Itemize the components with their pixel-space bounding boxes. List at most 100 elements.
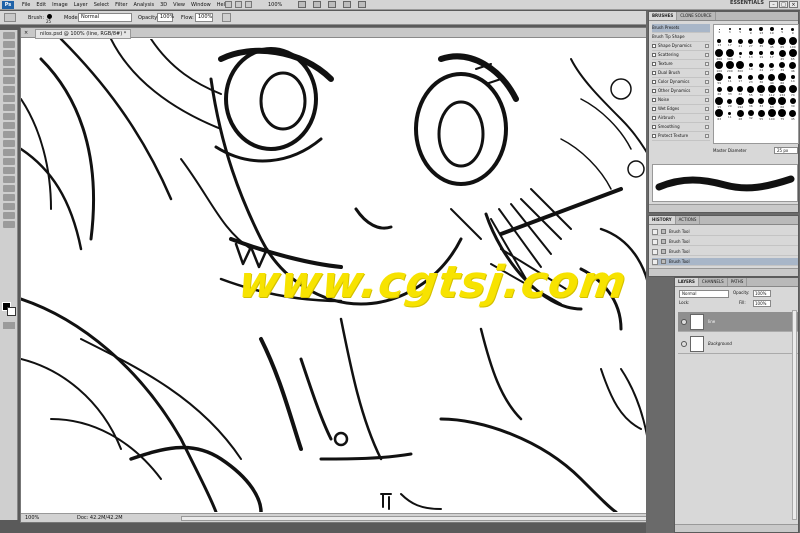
menu-analysis[interactable]: Analysis: [134, 1, 155, 9]
crop-tool[interactable]: [3, 68, 15, 75]
brush-preset[interactable]: 45: [789, 109, 797, 121]
quick-select-tool[interactable]: [3, 59, 15, 66]
brush-preset[interactable]: 39: [779, 62, 786, 72]
workspace-switcher[interactable]: ESSENTIALS: [730, 0, 764, 6]
marquee-tool[interactable]: [3, 41, 15, 48]
lasso-tool[interactable]: [3, 50, 15, 57]
brush-preset[interactable]: 11: [728, 111, 732, 119]
brush-preset[interactable]: 14: [748, 63, 753, 71]
layer-opacity-field[interactable]: 100%: [753, 290, 771, 297]
rotate-view-icon[interactable]: [328, 1, 336, 8]
screen-mode-icon[interactable]: [358, 1, 366, 8]
brush-preset[interactable]: 36: [747, 98, 754, 108]
brush-preset[interactable]: 5: [781, 28, 784, 34]
history-state[interactable]: Brush Tool: [652, 248, 798, 256]
history-state[interactable]: Brush Tool: [652, 258, 798, 266]
dodge-tool[interactable]: [3, 149, 15, 156]
eraser-tool[interactable]: [3, 122, 15, 129]
brush-preset[interactable]: 65: [778, 37, 787, 49]
document-tab[interactable]: nilos.psd @ 100% (line, RGB/8#) *: [35, 29, 132, 39]
brush-preset[interactable]: 192: [736, 97, 745, 109]
lock-icon[interactable]: [705, 62, 709, 66]
brush-preset[interactable]: 9: [738, 51, 742, 59]
lock-icon[interactable]: [705, 107, 709, 111]
brush-preset[interactable]: 63: [767, 97, 776, 109]
gradient-tool[interactable]: [3, 131, 15, 138]
brush-setting-item[interactable]: Airbrush: [652, 114, 710, 123]
path-selection-tool[interactable]: [3, 176, 15, 183]
minimize-icon[interactable]: –: [769, 1, 778, 8]
checkbox-icon[interactable]: [652, 89, 656, 93]
brush-preset[interactable]: 27: [769, 62, 775, 72]
tab-channels[interactable]: CHANNELS: [699, 278, 728, 286]
brush-preset[interactable]: 300: [725, 49, 734, 61]
brush-preset[interactable]: 55: [757, 109, 765, 121]
brush-preset[interactable]: 134: [778, 85, 787, 97]
menu-3d[interactable]: 3D: [160, 1, 167, 9]
brush-setting-item[interactable]: Protect Texture: [652, 132, 710, 141]
canvas[interactable]: www.cgtsj.com: [21, 39, 669, 512]
brush-setting-item[interactable]: Brush Presets: [652, 24, 710, 33]
brush-preset[interactable]: 36: [758, 74, 765, 84]
brush-preset[interactable]: 23: [748, 74, 754, 84]
checkbox-icon[interactable]: [652, 53, 656, 57]
brush-setting-item[interactable]: Shape Dynamics: [652, 42, 710, 51]
brush-preset[interactable]: 9: [791, 27, 795, 35]
shape-tool[interactable]: [3, 185, 15, 192]
layers-scrollbar[interactable]: [792, 310, 797, 520]
checkbox-icon[interactable]: [652, 62, 656, 66]
tab-brushes[interactable]: BRUSHES: [649, 12, 678, 20]
brush-preset[interactable]: 33: [726, 86, 733, 96]
3d-rotate-tool[interactable]: [3, 194, 15, 201]
checkbox-icon[interactable]: [652, 98, 656, 102]
brush-setting-item[interactable]: Dual Brush: [652, 69, 710, 78]
arrange-documents-icon[interactable]: [343, 1, 351, 8]
brush-preset[interactable]: 19: [769, 27, 774, 35]
history-brush-source-icon[interactable]: [652, 228, 658, 235]
brush-setting-item[interactable]: Color Dynamics: [652, 78, 710, 87]
zoom-tool-icon[interactable]: [313, 1, 321, 8]
brush-preset[interactable]: 5: [739, 28, 742, 34]
history-brush-source-icon[interactable]: [652, 238, 658, 245]
brush-preset[interactable]: 17: [769, 51, 774, 59]
menu-file[interactable]: File: [22, 1, 30, 9]
brush-preset[interactable]: 29: [727, 98, 733, 108]
history-brush-tool[interactable]: [3, 113, 15, 120]
hand-tool[interactable]: [3, 212, 15, 219]
brush-preset[interactable]: 63: [715, 109, 724, 121]
brush-setting-item[interactable]: Wet Edges: [652, 105, 710, 114]
lock-icon[interactable]: [705, 116, 709, 120]
brush-preset[interactable]: 44: [768, 73, 776, 85]
zoom-level[interactable]: 100%: [268, 1, 282, 9]
brush-preset[interactable]: 24: [758, 62, 764, 72]
brush-setting-item[interactable]: Other Dynamics: [652, 87, 710, 96]
brush-preset[interactable]: 60: [778, 73, 787, 85]
lock-icon[interactable]: [705, 89, 709, 93]
close-icon[interactable]: ×: [789, 1, 798, 8]
brush-preset[interactable]: 46: [789, 61, 797, 73]
brush-preset[interactable]: 13: [748, 51, 753, 59]
history-brush-source-icon[interactable]: [652, 248, 658, 255]
brush-preset[interactable]: 3: [728, 28, 731, 34]
status-zoom[interactable]: 100%: [25, 515, 39, 522]
brush-preset[interactable]: 17: [738, 75, 743, 83]
brush-preset[interactable]: 13: [759, 27, 764, 35]
lock-icon[interactable]: [705, 44, 709, 48]
brush-preset[interactable]: 26: [716, 86, 722, 96]
3d-orbit-tool[interactable]: [3, 203, 15, 210]
visibility-eye-icon[interactable]: [681, 318, 687, 325]
checkbox-icon[interactable]: [652, 71, 656, 75]
layer-row[interactable]: line: [678, 312, 798, 332]
checkbox-icon[interactable]: [652, 44, 656, 48]
close-document-icon[interactable]: ×: [24, 30, 31, 36]
brush-preset[interactable]: 17: [727, 39, 732, 47]
tool-preset-picker[interactable]: [4, 13, 16, 22]
checkbox-icon[interactable]: [652, 134, 656, 138]
brush-preset[interactable]: 100: [767, 109, 776, 121]
brush-preset[interactable]: 45: [768, 37, 776, 49]
brush-preset[interactable]: 74: [788, 85, 797, 97]
brush-preset[interactable]: 39: [789, 98, 796, 108]
brush-preset[interactable]: 66: [778, 97, 787, 109]
brush-preset[interactable]: 33: [758, 98, 765, 108]
brush-preset[interactable]: 45: [778, 49, 786, 61]
